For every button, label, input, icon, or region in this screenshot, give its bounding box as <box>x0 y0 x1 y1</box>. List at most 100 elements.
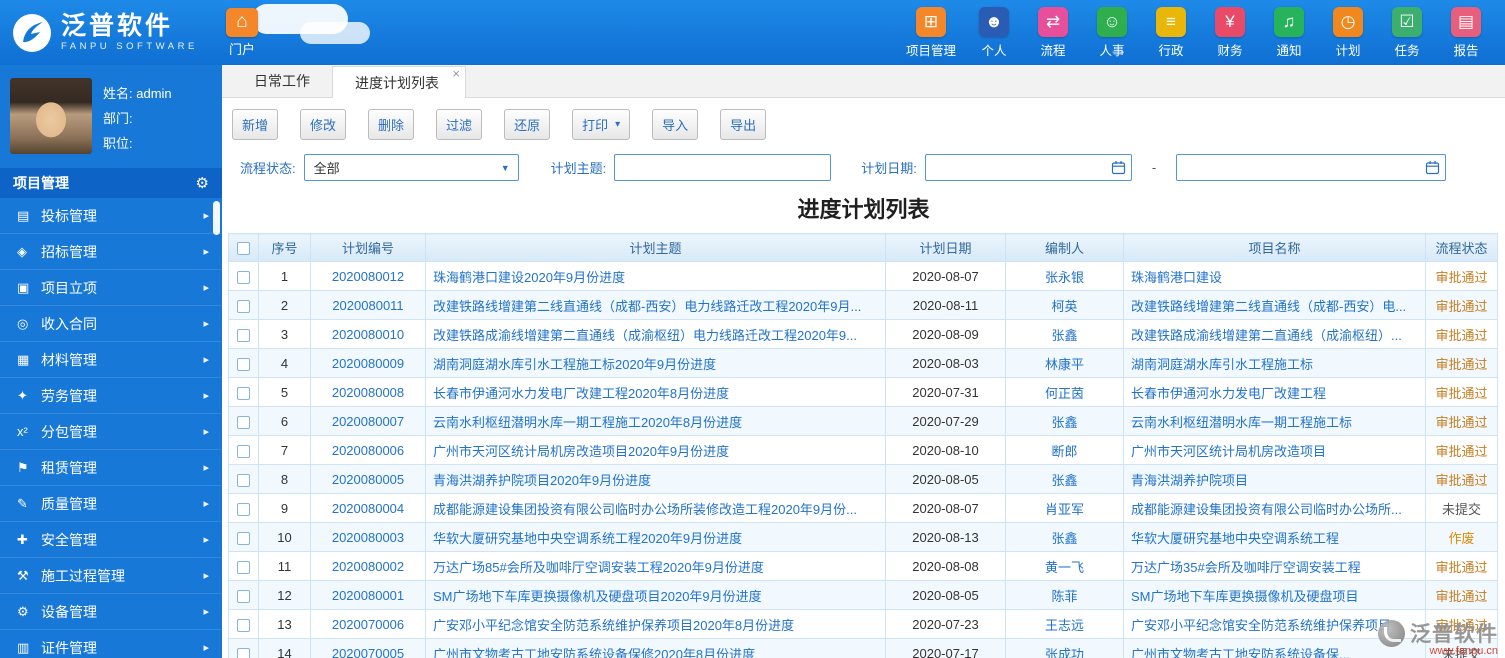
print-button[interactable]: 打印 <box>572 109 631 140</box>
author-link[interactable]: 柯英 <box>1051 299 1077 314</box>
project-name-link[interactable]: 改建铁路成渝线增建第二直通线（成渝枢纽）... <box>1131 328 1402 343</box>
plan-number-link[interactable]: 2020080003 <box>332 530 404 545</box>
table-row[interactable]: 12 2020080001 SM广场地下车库更换摄像机及硬盘项目2020年9月份… <box>228 580 1498 610</box>
author-link[interactable]: 王志远 <box>1045 618 1084 633</box>
column-header[interactable]: 流程状态 <box>1425 233 1498 262</box>
tab-close-icon[interactable] <box>452 66 460 81</box>
table-row[interactable]: 13 2020070006 广安邓小平纪念馆安全防范系统维护保养项目2020年8… <box>228 609 1498 639</box>
sidebar-menu-item[interactable]: ▣ 项目立项 <box>0 270 222 306</box>
author-link[interactable]: 张鑫 <box>1051 415 1077 430</box>
sidebar-menu-item[interactable]: ✦ 劳务管理 <box>0 378 222 414</box>
sidebar-scrollbar-thumb[interactable] <box>213 201 220 235</box>
row-checkbox[interactable] <box>237 531 250 545</box>
topnav-item[interactable]: ◷ 计划 <box>1327 6 1369 59</box>
topnav-item[interactable]: ☻ 个人 <box>973 6 1015 59</box>
row-checkbox[interactable] <box>237 357 250 371</box>
toolbar-button[interactable]: 新增 <box>232 109 279 140</box>
plan-subject-link[interactable]: 广州市文物考古工地安防系统设备保修2020年8月份进度 <box>433 647 755 658</box>
column-header[interactable]: 项目名称 <box>1123 233 1426 262</box>
column-header[interactable]: 计划编号 <box>310 233 426 262</box>
author-link[interactable]: 林康平 <box>1045 357 1084 372</box>
calendar-icon[interactable] <box>1111 160 1126 175</box>
table-row[interactable]: 1 2020080012 珠海鹤港口建设2020年9月份进度 2020-08-0… <box>228 261 1498 291</box>
table-row[interactable]: 10 2020080003 华软大厦研究基地中央空调系统工程2020年9月份进度… <box>228 522 1498 552</box>
project-name-link[interactable]: SM广场地下车库更换摄像机及硬盘项目 <box>1131 589 1359 604</box>
gear-icon[interactable]: ⚙ <box>196 174 209 192</box>
table-row[interactable]: 11 2020080002 万达广场85#会所及咖啡厅空调安装工程2020年9月… <box>228 551 1498 581</box>
row-checkbox[interactable] <box>237 386 250 400</box>
project-name-link[interactable]: 广州市天河区统计局机房改造项目 <box>1131 444 1326 459</box>
author-link[interactable]: 张鑫 <box>1051 473 1077 488</box>
sidebar-menu-item[interactable]: ⚑ 租赁管理 <box>0 450 222 486</box>
sidebar-menu-item[interactable]: ▤ 投标管理 <box>0 198 222 234</box>
plan-subject-link[interactable]: 改建铁路成渝线增建第二直通线（成渝枢纽）电力线路迁改工程2020年9... <box>433 328 857 343</box>
project-name-link[interactable]: 云南水利枢纽潜明水库一期工程施工标 <box>1131 415 1352 430</box>
sidebar-menu-item[interactable]: ✎ 质量管理 <box>0 486 222 522</box>
project-name-link[interactable]: 华软大厦研究基地中央空调系统工程 <box>1131 531 1339 546</box>
status-select[interactable]: 全部 <box>303 154 519 181</box>
author-link[interactable]: 张鑫 <box>1051 531 1077 546</box>
table-row[interactable]: 9 2020080004 成都能源建设集团投资有限公司临时办公场所装修改造工程2… <box>228 493 1498 523</box>
table-row[interactable]: 7 2020080006 广州市天河区统计局机房改造项目2020年9月份进度 2… <box>228 435 1498 465</box>
plan-subject-input[interactable] <box>614 154 832 181</box>
table-row[interactable]: 8 2020080005 青海洪湖养护院项目2020年9月份进度 2020-08… <box>228 464 1498 494</box>
plan-subject-link[interactable]: 云南水利枢纽潜明水库一期工程施工2020年8月份进度 <box>433 415 742 430</box>
toolbar-button[interactable]: 删除 <box>368 109 415 140</box>
portal-button[interactable]: ⌂ 门户 <box>226 7 258 58</box>
plan-subject-link[interactable]: 广安邓小平纪念馆安全防范系统维护保养项目2020年8月份进度 <box>433 618 794 633</box>
plan-number-link[interactable]: 2020080001 <box>332 588 404 603</box>
plan-subject-link[interactable]: 长春市伊通河水力发电厂改建工程2020年8月份进度 <box>433 386 729 401</box>
topnav-item[interactable]: ♫ 通知 <box>1268 6 1310 59</box>
column-header[interactable]: 计划日期 <box>885 233 1006 262</box>
project-name-link[interactable]: 湖南洞庭湖水库引水工程施工标 <box>1131 357 1313 372</box>
project-name-link[interactable]: 珠海鹤港口建设 <box>1131 270 1222 285</box>
table-row[interactable]: 14 2020070005 广州市文物考古工地安防系统设备保修2020年8月份进… <box>228 638 1498 658</box>
project-name-link[interactable]: 改建铁路线增建第二线直通线（成都-西安）电... <box>1131 299 1406 314</box>
tab-daily-work[interactable]: 日常工作 <box>232 65 332 97</box>
row-checkbox[interactable] <box>237 415 250 429</box>
plan-number-link[interactable]: 2020080004 <box>332 501 404 516</box>
date-start-input[interactable] <box>924 154 1132 181</box>
toolbar-button[interactable]: 导入 <box>652 109 699 140</box>
author-link[interactable]: 陈菲 <box>1051 589 1077 604</box>
topnav-item[interactable]: ⇄ 流程 <box>1032 6 1074 59</box>
plan-number-link[interactable]: 2020080002 <box>332 559 404 574</box>
plan-subject-link[interactable]: 华软大厦研究基地中央空调系统工程2020年9月份进度 <box>433 531 742 546</box>
column-header[interactable]: 计划主题 <box>425 233 886 262</box>
plan-subject-link[interactable]: 改建铁路线增建第二线直通线（成都-西安）电力线路迁改工程2020年9月... <box>433 299 861 314</box>
plan-subject-link[interactable]: 万达广场85#会所及咖啡厅空调安装工程2020年9月份进度 <box>433 560 764 575</box>
calendar-icon[interactable] <box>1425 160 1440 175</box>
row-checkbox[interactable] <box>237 444 250 458</box>
row-checkbox[interactable] <box>237 589 250 603</box>
author-link[interactable]: 何正茵 <box>1045 386 1084 401</box>
column-header[interactable]: 序号 <box>258 233 311 262</box>
row-checkbox[interactable] <box>237 328 250 342</box>
plan-subject-link[interactable]: 湖南洞庭湖水库引水工程施工标2020年9月份进度 <box>433 357 716 372</box>
table-row[interactable]: 2 2020080011 改建铁路线增建第二线直通线（成都-西安）电力线路迁改工… <box>228 290 1498 320</box>
plan-number-link[interactable]: 2020070005 <box>332 646 404 658</box>
sidebar-menu-item[interactable]: ⚒ 施工过程管理 <box>0 558 222 594</box>
author-link[interactable]: 黄一飞 <box>1045 560 1084 575</box>
sidebar-menu-item[interactable]: ✚ 安全管理 <box>0 522 222 558</box>
author-link[interactable]: 张永银 <box>1045 270 1084 285</box>
toolbar-button[interactable]: 导出 <box>720 109 767 140</box>
project-name-link[interactable]: 成都能源建设集团投资有限公司临时办公场所... <box>1131 502 1402 517</box>
author-link[interactable]: 张鑫 <box>1051 328 1077 343</box>
row-checkbox[interactable] <box>237 618 250 632</box>
plan-number-link[interactable]: 2020080005 <box>332 472 404 487</box>
toolbar-button[interactable]: 修改 <box>300 109 347 140</box>
sidebar-menu-item[interactable]: ▦ 材料管理 <box>0 342 222 378</box>
plan-number-link[interactable]: 2020080007 <box>332 414 404 429</box>
table-row[interactable]: 4 2020080009 湖南洞庭湖水库引水工程施工标2020年9月份进度 20… <box>228 348 1498 378</box>
sidebar-menu-item[interactable]: ⚙ 设备管理 <box>0 594 222 630</box>
author-link[interactable]: 肖亚军 <box>1045 502 1084 517</box>
topnav-item[interactable]: ≡ 行政 <box>1150 6 1192 59</box>
row-checkbox[interactable] <box>237 647 250 658</box>
table-row[interactable]: 3 2020080010 改建铁路成渝线增建第二直通线（成渝枢纽）电力线路迁改工… <box>228 319 1498 349</box>
plan-number-link[interactable]: 2020070006 <box>332 617 404 632</box>
toolbar-button[interactable]: 还原 <box>504 109 551 140</box>
plan-number-link[interactable]: 2020080009 <box>332 356 404 371</box>
author-link[interactable]: 张成功 <box>1045 647 1084 658</box>
plan-subject-link[interactable]: 青海洪湖养护院项目2020年9月份进度 <box>433 473 651 488</box>
topnav-item[interactable]: ☑ 任务 <box>1386 6 1428 59</box>
